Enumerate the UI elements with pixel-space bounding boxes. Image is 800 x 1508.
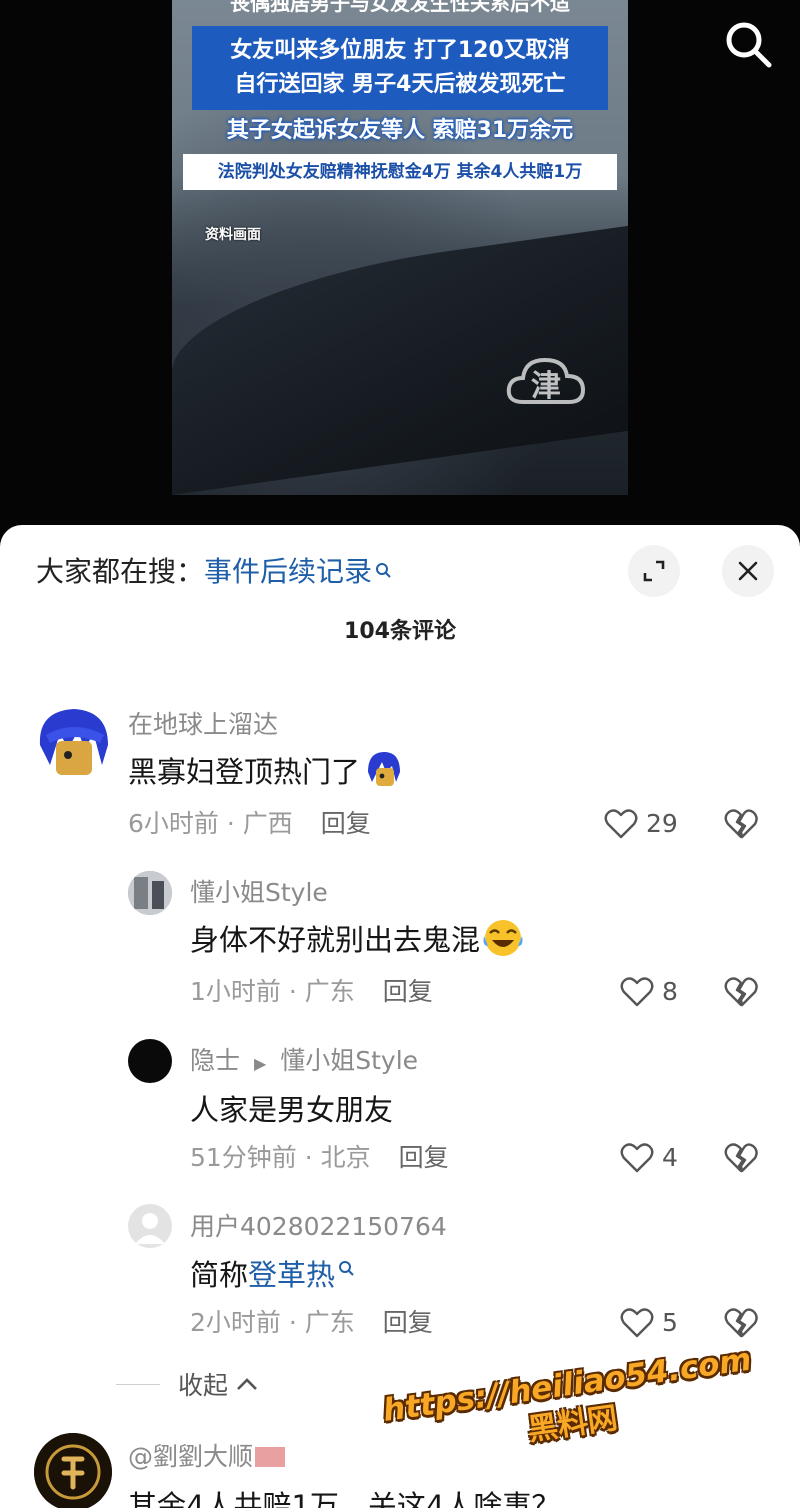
close-button[interactable] [722,545,774,597]
dislike-button[interactable] [724,808,758,844]
video-caption-1: 丧偶独居男子与女友发生性关系后不适 [230,0,570,15]
like-button[interactable]: 29 [604,807,678,841]
like-count: 5 [662,1308,678,1337]
avatar[interactable] [34,705,112,783]
emoji-sticker-icon [364,750,404,797]
broken-heart-icon [724,1308,758,1338]
video-caption-2: 女友叫来多位朋友 打了120又取消 [230,38,570,63]
comment-username[interactable]: 懂小姐Style [190,873,328,909]
heart-icon [620,1143,654,1173]
trending-search[interactable]: 大家都在搜：事件后续记录 [36,549,392,595]
comment-time: 1小时前 [190,977,281,1006]
comment-username[interactable]: 用户4028022150764 [190,1207,447,1243]
comment-username-line: 隐士 ▶ 懂小姐Style [190,1041,418,1077]
search-small-icon [374,549,392,595]
comment-username[interactable]: @劉劉大顺 [128,1442,253,1471]
video-source-note: 资料画面 [205,227,261,243]
avatar[interactable] [128,1039,172,1083]
reply-button[interactable]: 回复 [399,1143,449,1172]
like-button[interactable]: 5 [620,1306,678,1340]
video-caption-5: 法院判处女友赔精神抚慰金4万 其余4人共赔1万 [183,154,617,190]
heart-icon [620,977,654,1007]
collapse-label[interactable]: 收起 [178,1366,228,1402]
comment-search-link[interactable]: 登革热 [248,1258,335,1292]
broken-heart-icon [724,1143,758,1173]
like-count: 4 [662,1143,678,1172]
reply-button[interactable]: 回复 [383,977,433,1006]
comment-panel: 大家都在搜：事件后续记录 104条评论 在地球上溜达 黑寡妇登顶热门了 6小时前… [0,525,800,1508]
comment-location: 广东 [304,977,355,1006]
comment-text-content: 身体不好就别出去鬼混 [190,923,481,957]
dislike-button[interactable] [724,976,758,1012]
avatar[interactable] [34,1433,112,1508]
search-small-icon [337,1252,355,1286]
site-watermark: https://heiliao54.com 黑料网 [366,1338,773,1473]
video-caption-4: 其子女起诉女友等人 索赔31万余元 [226,118,574,143]
comment-time: 6小时前 [128,809,219,838]
collapse-replies[interactable]: 收起 [116,1367,260,1401]
dislike-button[interactable] [724,1142,758,1178]
comment-text-content: 黑寡妇登顶热门了 [128,755,361,789]
comment-meta: 1小时前 · 广东 回复 [190,977,433,1006]
like-count: 8 [662,977,678,1006]
comment-meta: 2小时前 · 广东 回复 [190,1308,433,1337]
channel-logo-icon: 津 [505,352,587,408]
broken-heart-icon [724,977,758,1007]
reply-arrow-icon: ▶ [253,1054,267,1073]
comment-text: 黑寡妇登顶热门了 [128,749,404,797]
like-button[interactable]: 8 [620,975,678,1009]
video-player[interactable]: 丧偶独居男子与女友发生性关系后不适 女友叫来多位朋友 打了120又取消 自行送回… [0,0,800,560]
like-button[interactable]: 4 [620,1141,678,1175]
expand-button[interactable] [628,545,680,597]
broken-heart-icon [724,809,758,839]
comment-meta: 6小时前 · 广西 回复 [128,809,371,838]
like-count: 29 [646,809,678,838]
expand-icon [643,560,665,582]
dislike-button[interactable] [724,1307,758,1343]
comment-location: 北京 [320,1143,371,1172]
laughing-crying-emoji-icon [482,918,524,965]
comment-username[interactable]: 隐士 [190,1046,240,1075]
comment-text: 身体不好就别出去鬼混 [190,917,524,965]
reply-target-username[interactable]: 懂小姐Style [280,1046,418,1075]
search-icon[interactable] [722,18,774,70]
trending-search-label: 大家都在搜： [36,555,205,588]
channel-logo-text: 津 [531,369,561,404]
close-icon [738,561,758,581]
comment-username-line: @劉劉大顺 [128,1437,286,1473]
heart-icon [604,809,638,839]
comment-text: 简称登革热 [190,1252,355,1294]
avatar[interactable] [128,871,172,915]
default-avatar-icon [135,1213,165,1244]
comment-username[interactable]: 在地球上溜达 [128,705,278,741]
divider [116,1383,160,1385]
trending-search-term[interactable]: 事件后续记录 [204,555,372,588]
comment-location: 广东 [304,1308,355,1337]
comment-text: 其余4人共赔1万，关这4人啥事？ [128,1489,561,1508]
comment-time: 51分钟前 [190,1143,297,1172]
reply-button[interactable]: 回复 [321,809,371,838]
avatar[interactable] [128,1204,172,1248]
comment-time: 2小时前 [190,1308,281,1337]
comment-meta: 51分钟前 · 北京 回复 [190,1143,449,1172]
video-caption-box: 女友叫来多位朋友 打了120又取消 自行送回家 男子4天后被发现死亡 [192,26,608,110]
comment-count: 104条评论 [344,619,456,644]
comment-text: 人家是男女朋友 [190,1093,394,1127]
video-caption-3: 自行送回家 男子4天后被发现死亡 [234,72,566,97]
comment-text-content: 简称 [190,1258,249,1292]
chevron-up-icon [237,1378,257,1390]
comment-location: 广西 [242,809,293,838]
reply-button[interactable]: 回复 [383,1308,433,1337]
flag-icon [255,1447,286,1467]
heart-icon [620,1308,654,1338]
